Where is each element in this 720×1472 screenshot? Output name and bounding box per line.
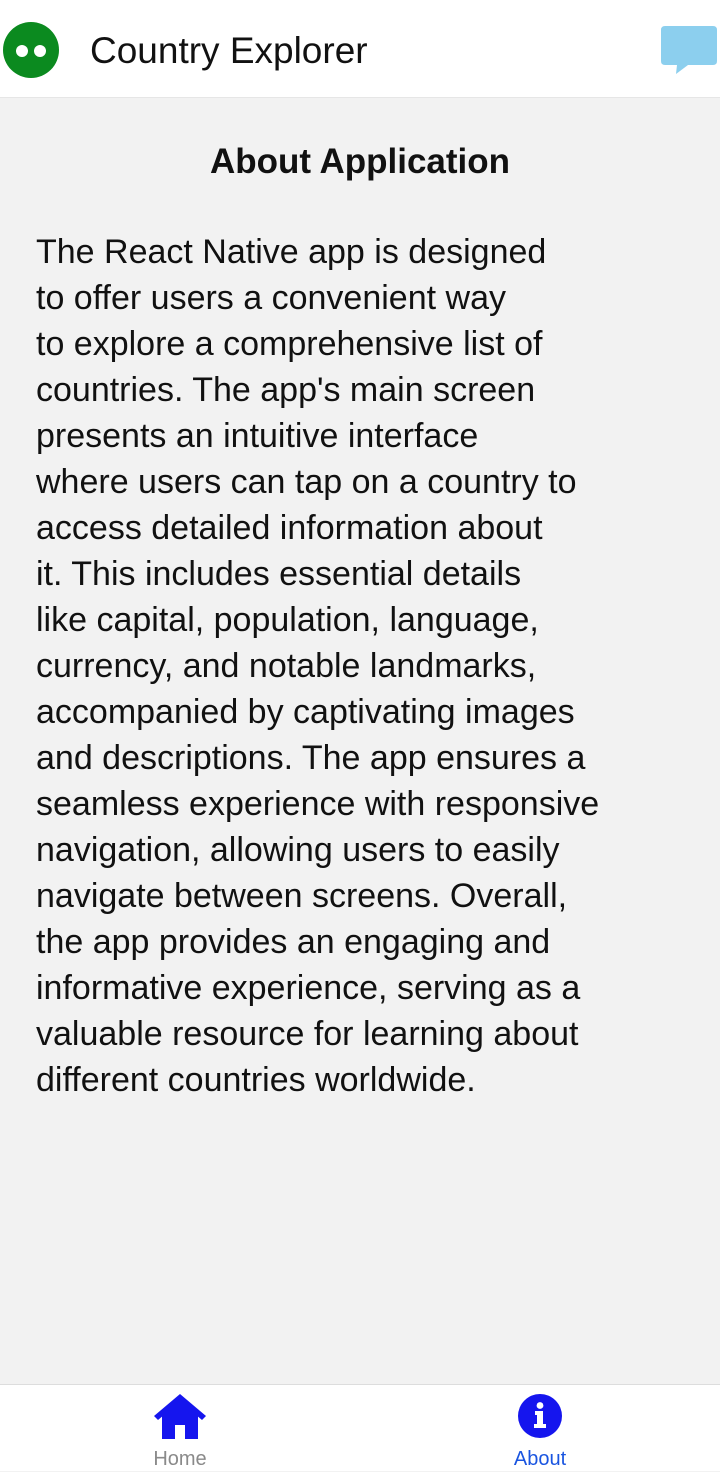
tab-home-label: Home xyxy=(153,1448,207,1470)
page-title: About Application xyxy=(209,142,511,181)
description-line: informative experience, serving as a xyxy=(36,969,581,1007)
description-line: access detailed information about xyxy=(36,509,543,547)
tab-about[interactable]: About xyxy=(360,1385,720,1472)
owl-eyes-icon xyxy=(3,22,59,78)
description-line: the app provides an engaging and xyxy=(36,923,551,961)
description-line: to explore a comprehensive list of xyxy=(36,325,543,363)
bottom-tab-bar: Home About xyxy=(0,1384,720,1471)
description-line: to offer users a convenient way xyxy=(36,279,506,317)
app-title: Country Explorer xyxy=(90,30,368,71)
description-line: valuable resource for learning about xyxy=(36,1015,579,1053)
info-icon xyxy=(518,1394,562,1438)
home-icon xyxy=(154,1394,206,1439)
tab-home[interactable]: Home xyxy=(0,1385,360,1472)
description-line: different countries worldwide. xyxy=(36,1061,476,1099)
description-line: accompanied by captivating images xyxy=(36,693,575,731)
about-screen: About Application The React Native app i… xyxy=(0,98,720,1385)
description-line: like capital, population, language, xyxy=(36,601,539,639)
description-line: navigate between screens. Overall, xyxy=(36,877,568,915)
description-line: seamless experience with responsive xyxy=(36,785,600,823)
description-line: navigation, allowing users to easily xyxy=(36,831,560,869)
description-line: it. This includes essential details xyxy=(36,555,522,593)
chat-bubble-icon[interactable] xyxy=(660,24,718,76)
description-line: where users can tap on a country to xyxy=(36,463,577,501)
description-line: countries. The app's main screen xyxy=(36,371,536,409)
description-line: The React Native app is designed xyxy=(36,233,547,271)
about-description: The React Native app is designed to offe… xyxy=(36,229,686,1103)
description-line: presents an intuitive interface xyxy=(36,417,479,455)
description-line: and descriptions. The app ensures a xyxy=(36,739,586,777)
tab-about-label: About xyxy=(513,1448,567,1470)
app-header: Country Explorer xyxy=(0,0,720,98)
description-line: currency, and notable landmarks, xyxy=(36,647,537,685)
